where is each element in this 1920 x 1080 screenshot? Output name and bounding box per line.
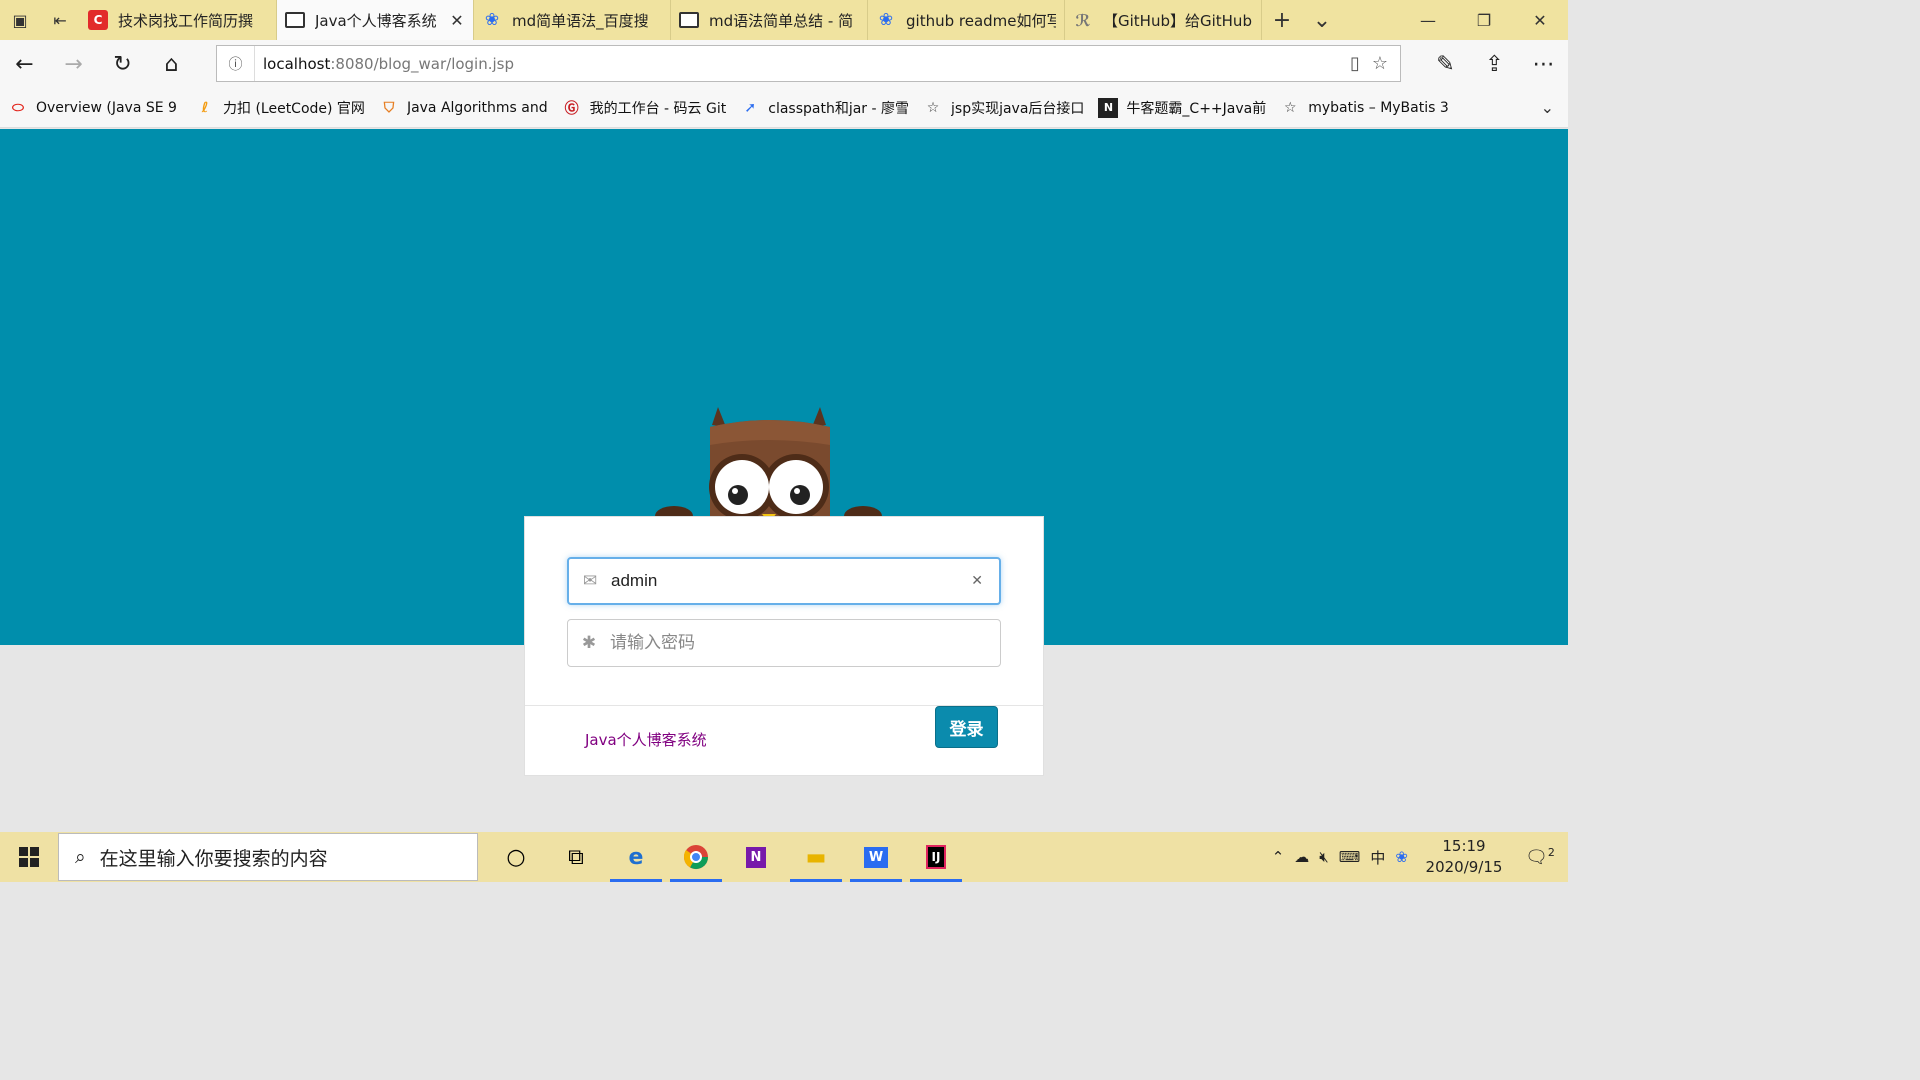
share-icon[interactable]: ⇪ [1470, 40, 1519, 88]
favorites-bar: ⬭ Overview (Java SE 9 & ℓ 力扣 (LeetCode) … [0, 88, 1568, 128]
search-icon: ⌕ [75, 846, 86, 868]
tab-group-icon[interactable]: ▣ [0, 0, 40, 40]
site-icon: ℛ [1075, 10, 1091, 30]
csdn-icon: C [88, 10, 108, 30]
favorite-item[interactable]: Ⓖ 我的工作台 - 码云 Git [562, 98, 727, 118]
chevron-down-icon[interactable]: ⌄ [1541, 98, 1554, 117]
address-input[interactable]: ⓘ localhost:8080/blog_war/login.jsp ▯ ☆ [216, 45, 1401, 82]
minimize-icon[interactable]: — [1400, 0, 1456, 40]
windows-start-icon[interactable] [0, 832, 58, 882]
tab-4[interactable]: ❀ github readme如何写 [868, 0, 1065, 40]
princeton-icon: ⛉ [383, 99, 395, 116]
system-name-link[interactable]: Java个人博客系统 [585, 729, 707, 750]
tab-label: 技术岗找工作简历撰 [118, 11, 254, 30]
page-icon [285, 12, 305, 28]
close-tab-icon[interactable]: ✕ [449, 11, 465, 30]
login-card: ✉ ✕ ✱ Java个人博客系统 登录 [524, 516, 1044, 776]
login-button[interactable]: 登录 [935, 706, 998, 748]
rocket-icon: ➚ [744, 99, 757, 116]
taskbar-search-input[interactable]: ⌕ 在这里输入你要搜索的内容 [58, 833, 478, 881]
set-aside-tabs-icon[interactable]: ⇤ [40, 0, 80, 40]
favorite-item[interactable]: ➚ classpath和jar - 廖雪 [740, 98, 909, 118]
address-toolbar: ← → ↻ ⌂ ⓘ localhost:8080/blog_war/login.… [0, 40, 1568, 88]
favorite-item[interactable]: ℓ 力扣 (LeetCode) 官网 [195, 98, 365, 118]
onedrive-icon[interactable]: ☁ [1294, 848, 1309, 866]
baidu-paw-icon: ❀ [878, 10, 894, 30]
star-icon: ☆ [1283, 99, 1297, 116]
oracle-icon: ⬭ [12, 99, 24, 116]
tab-5[interactable]: ℛ 【GitHub】给GitHub [1065, 0, 1262, 40]
clear-icon[interactable]: ✕ [971, 573, 983, 589]
tab-0[interactable]: C 技术岗找工作简历撰 [80, 0, 277, 40]
home-icon[interactable]: ⌂ [147, 40, 196, 88]
tab-1[interactable]: Java个人博客系统 ✕ [277, 0, 474, 40]
url-text[interactable]: localhost:8080/blog_war/login.jsp [263, 55, 514, 73]
refresh-icon[interactable]: ↻ [98, 40, 147, 88]
tab-strip: ▣ ⇤ C 技术岗找工作简历撰 Java个人博客系统 ✕ ❀ md简单语法_百度… [0, 0, 1568, 40]
tab-label: md简单语法_百度搜 [512, 11, 649, 30]
favorite-item[interactable]: ⛉ Java Algorithms and [379, 98, 548, 118]
notification-center-icon[interactable]: 🗨︎2 [1520, 846, 1560, 868]
baidu-paw-icon: ❀ [484, 10, 500, 30]
clock[interactable]: 15:19 2020/9/15 [1418, 836, 1510, 878]
show-hidden-icons-icon[interactable]: ⌃ [1272, 848, 1285, 866]
favorite-item[interactable]: ☆ jsp实现java后台接口 [923, 98, 1085, 118]
tab-label: github readme如何写 [906, 11, 1056, 30]
page-icon [679, 12, 699, 28]
ime-indicator[interactable]: 中 [1370, 847, 1385, 868]
password-field[interactable]: ✱ [567, 619, 1001, 667]
gitee-icon: Ⓖ [564, 100, 579, 117]
edge-browser-icon[interactable]: e [606, 832, 666, 882]
task-view-icon[interactable]: ⧉ [546, 832, 606, 882]
tab-label: md语法简单总结 - 简 [709, 11, 854, 30]
leetcode-icon: ℓ [201, 99, 209, 116]
window-controls: — ❐ ✕ [1400, 0, 1568, 40]
intellij-idea-icon[interactable]: IJ [906, 832, 966, 882]
more-icon[interactable]: ⋯ [1519, 40, 1568, 88]
tab-3[interactable]: md语法简单总结 - 简 [671, 0, 868, 40]
wps-icon[interactable]: W [846, 832, 906, 882]
username-field[interactable]: ✉ ✕ [567, 557, 1001, 605]
star-icon: ☆ [926, 99, 940, 116]
new-tab-icon[interactable]: + [1262, 0, 1302, 40]
nowcoder-icon: N [1098, 97, 1119, 118]
network-icon[interactable]: ❀ [1395, 848, 1408, 866]
forward-icon[interactable]: → [49, 40, 98, 88]
tab-2[interactable]: ❀ md简单语法_百度搜 [474, 0, 671, 40]
taskbar: ⌕ 在这里输入你要搜索的内容 ○ ⧉ e N ▬ W IJ ⌃ ☁ 🔇︎ ⌨ 中… [0, 832, 1568, 882]
envelope-icon: ✉ [582, 571, 598, 591]
chevron-down-icon[interactable]: ⌄ [1302, 0, 1342, 40]
close-window-icon[interactable]: ✕ [1512, 0, 1568, 40]
tab-label: 【GitHub】给GitHub [1103, 11, 1252, 30]
favorite-item[interactable]: N 牛客题霸_C++Java前 [1098, 97, 1266, 118]
tab-label: Java个人博客系统 [315, 11, 437, 30]
onenote-icon[interactable]: N [726, 832, 786, 882]
asterisk-icon: ✱ [581, 633, 597, 653]
favorite-star-icon[interactable]: ☆ [1372, 53, 1388, 74]
volume-muted-icon[interactable]: 🔇︎ [1319, 848, 1328, 866]
system-tray: ⌃ ☁ 🔇︎ ⌨ 中 ❀ 15:19 2020/9/15 🗨︎2 [1272, 836, 1568, 878]
favorite-item[interactable]: ☆ mybatis – MyBatis 3 | [1280, 98, 1453, 118]
back-icon[interactable]: ← [0, 40, 49, 88]
chrome-icon[interactable] [666, 832, 726, 882]
restore-icon[interactable]: ❐ [1456, 0, 1512, 40]
username-input[interactable] [611, 571, 951, 591]
pen-icon[interactable]: ✎ [1421, 40, 1470, 88]
info-icon[interactable]: ⓘ [217, 46, 255, 81]
cortana-icon[interactable]: ○ [486, 832, 546, 882]
password-input[interactable] [610, 633, 950, 653]
keyboard-icon[interactable]: ⌨ [1339, 848, 1361, 866]
file-explorer-icon[interactable]: ▬ [786, 832, 846, 882]
owl-mascot-icon [655, 407, 882, 526]
reading-view-icon[interactable]: ▯ [1350, 53, 1360, 74]
favorite-item[interactable]: ⬭ Overview (Java SE 9 & [8, 98, 181, 118]
